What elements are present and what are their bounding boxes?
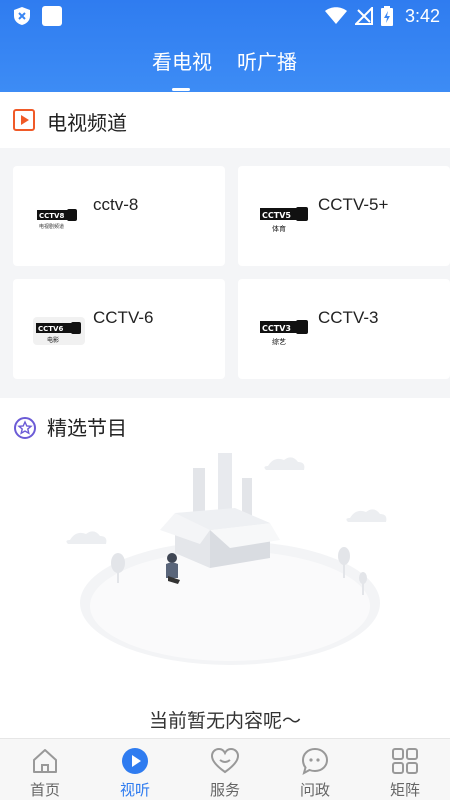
channel-name: CCTV-3 xyxy=(318,308,379,327)
app-square-icon xyxy=(42,6,62,26)
channel-card-cctv8[interactable]: CCTV8 电视剧频道 cctv-8 xyxy=(13,166,225,266)
nav-item-service[interactable]: 服务 xyxy=(180,739,270,800)
home-icon xyxy=(33,749,57,773)
channel-card-cctv3[interactable]: CCTV3 综艺 CCTV-3 xyxy=(238,279,450,379)
cctv8-logo-icon: CCTV8 电视剧频道 xyxy=(37,209,77,230)
nav-item-media[interactable]: 视听 xyxy=(90,739,180,800)
nav-item-matrix[interactable]: 矩阵 xyxy=(360,739,450,800)
nav-label: 首页 xyxy=(29,781,60,799)
nav-label: 服务 xyxy=(209,781,240,799)
tv-section-header: 电视频道 xyxy=(0,92,450,148)
tv-section-title: 电视频道 xyxy=(47,111,127,135)
nav-label: 视听 xyxy=(119,781,150,799)
channel-card-cctv5plus[interactable]: CCTV5 体育 CCTV-5+ xyxy=(238,166,450,266)
tab-watch-tv[interactable]: 看电视 xyxy=(152,46,212,75)
grid-icon xyxy=(392,748,418,774)
play-square-icon xyxy=(13,109,35,131)
battery-charging-icon xyxy=(380,6,393,26)
featured-section-title: 精选节目 xyxy=(47,416,127,440)
nav-label: 矩阵 xyxy=(389,781,420,799)
status-bar: 3:42 xyxy=(0,0,450,32)
svg-text:CCTV5: CCTV5 xyxy=(262,211,291,220)
channel-card-cctv6[interactable]: CCTV6 电影 CCTV-6 xyxy=(13,279,225,379)
heart-icon xyxy=(211,747,239,774)
empty-state-text: 当前暂无内容呢～ xyxy=(148,710,301,732)
play-circle-icon xyxy=(122,748,148,774)
svg-text:CCTV8: CCTV8 xyxy=(39,212,64,220)
star-circle-icon xyxy=(14,417,36,439)
shield-icon xyxy=(14,7,30,25)
channel-name: cctv-8 xyxy=(93,195,139,214)
svg-text:CCTV3: CCTV3 xyxy=(262,324,291,333)
signal-icon xyxy=(354,7,373,25)
nav-item-inquiry[interactable]: 问政 xyxy=(270,739,360,800)
cctv3-logo-icon: CCTV3 综艺 xyxy=(260,320,308,346)
channel-name: CCTV-6 xyxy=(93,308,154,327)
svg-text:综艺: 综艺 xyxy=(272,337,286,346)
bottom-nav: 首页 视听 服务 问政 矩阵 xyxy=(0,738,450,800)
svg-text:电视剧频道: 电视剧频道 xyxy=(39,223,64,230)
tab-listen-radio[interactable]: 听广播 xyxy=(237,46,297,75)
cctv6-logo-icon: CCTV6 电影 xyxy=(33,317,85,345)
svg-text:体育: 体育 xyxy=(272,224,286,233)
top-tabs: 看电视 听广播 xyxy=(0,46,450,91)
cctv5-logo-icon: CCTV5 体育 xyxy=(260,207,308,233)
wifi-icon xyxy=(324,7,347,24)
header: 3:42 看电视 听广播 xyxy=(0,0,450,92)
chat-bubble-icon xyxy=(301,747,329,775)
channel-name: CCTV-5+ xyxy=(318,195,389,214)
svg-text:电影: 电影 xyxy=(47,336,59,344)
nav-label: 问政 xyxy=(299,781,330,799)
clock: 3:42 xyxy=(404,5,440,26)
nav-item-home[interactable]: 首页 xyxy=(0,739,90,800)
featured-section: 精选节目 当前暂无内容呢～ xyxy=(0,398,450,738)
active-tab-indicator xyxy=(172,88,190,91)
empty-state-illustration xyxy=(66,453,387,665)
svg-text:CCTV6: CCTV6 xyxy=(38,325,63,333)
